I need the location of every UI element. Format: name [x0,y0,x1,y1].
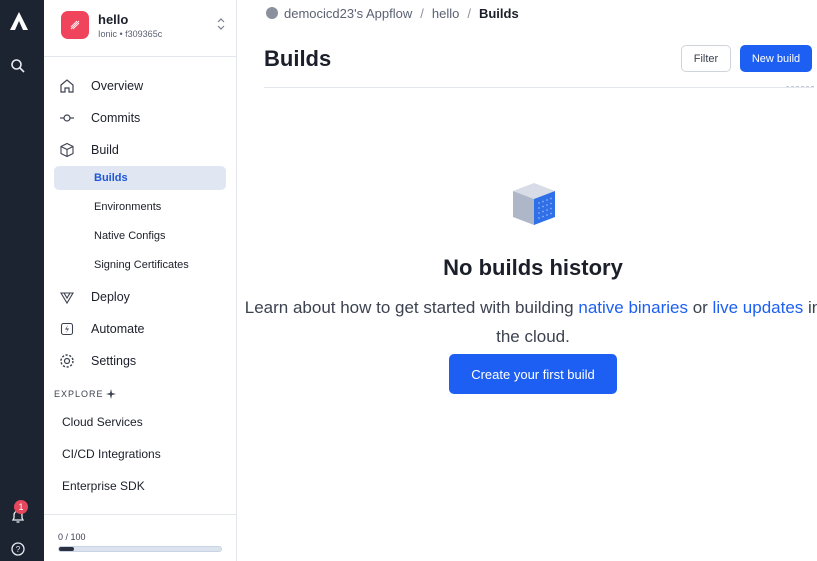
svg-text:?: ? [16,545,21,554]
nav-builds[interactable]: Builds [54,166,226,190]
nav-native-configs-label: Native Configs [94,230,166,242]
usage-bar-fill [59,547,74,551]
nav-build[interactable]: Build [54,137,226,163]
nav-settings-label: Settings [91,354,137,368]
github-icon [266,7,278,19]
notification-badge: 1 [14,500,28,514]
nav-overview[interactable]: Overview [54,73,226,99]
sidebar: hello Ionic • f309365c Overview Commits … [44,0,237,561]
nav-signing-certificates-label: Signing Certificates [94,259,189,271]
breadcrumb-separator: / [420,6,424,21]
gear-icon [60,354,74,368]
app-subtitle: Ionic • f309365c [98,29,163,39]
empty-text-part: Learn about how to get started with buil… [244,298,579,317]
nav-build-label: Build [91,143,119,157]
automate-icon [60,322,74,336]
nav-builds-label: Builds [94,172,128,184]
native-binaries-link[interactable]: native binaries [578,298,688,317]
search-icon[interactable] [10,58,26,74]
nav-native-configs[interactable]: Native Configs [54,224,226,248]
nav-deploy[interactable]: Deploy [54,284,226,310]
explore-cicd-integrations[interactable]: CI/CD Integrations [62,447,161,461]
new-build-button[interactable]: New build [740,45,812,72]
app-name: hello [98,12,129,27]
nav-commits-label: Commits [91,111,141,125]
usage-bar [58,546,222,552]
live-updates-link[interactable]: live updates [713,298,804,317]
home-icon [60,79,74,93]
nav-automate-label: Automate [91,322,145,336]
nav-signing-certificates[interactable]: Signing Certificates [54,253,226,277]
nav-commits[interactable]: Commits [54,105,226,131]
empty-state-text: Learn about how to get started with buil… [244,293,817,351]
explore-heading: EXPLORE [54,389,104,399]
nav-environments[interactable]: Environments [54,195,226,219]
app-switcher[interactable]: hello Ionic • f309365c [44,0,236,57]
page-title: Builds [264,46,332,71]
global-rail: 1 ? [0,0,44,561]
explore-cloud-services[interactable]: Cloud Services [62,415,143,429]
nav-overview-label: Overview [91,79,144,93]
empty-box-icon [513,183,555,225]
breadcrumb-app[interactable]: hello [432,6,459,21]
nav-deploy-label: Deploy [91,290,130,304]
breadcrumb: democicd23's Appflow / hello / Builds [266,6,519,21]
commit-icon [60,114,74,122]
help-icon[interactable]: ? [10,541,26,557]
nav-environments-label: Environments [94,201,162,213]
breadcrumb-current: Builds [478,6,519,21]
box-icon [60,142,74,158]
chevron-updown-icon [217,18,225,30]
header-divider [264,87,814,88]
header-divider-dash [786,86,814,88]
usage-text: 0 / 100 [58,532,86,542]
app-glyph-icon [70,20,80,30]
nav-settings[interactable]: Settings [54,348,226,374]
breadcrumb-org[interactable]: democicd23's Appflow [284,6,412,21]
empty-text-part: or [687,298,713,317]
empty-state-title: No builds history [443,255,623,280]
appflow-logo[interactable] [8,10,30,32]
breadcrumb-separator: / [467,6,471,21]
deploy-icon [60,292,74,305]
filter-button[interactable]: Filter [681,45,731,72]
explore-enterprise-sdk[interactable]: Enterprise SDK [62,479,145,493]
nav-automate[interactable]: Automate [54,316,226,342]
create-first-build-button[interactable]: Create your first build [449,354,617,394]
app-icon [61,11,89,39]
usage-meter: 0 / 100 [44,514,236,561]
sparkle-icon [106,389,116,399]
